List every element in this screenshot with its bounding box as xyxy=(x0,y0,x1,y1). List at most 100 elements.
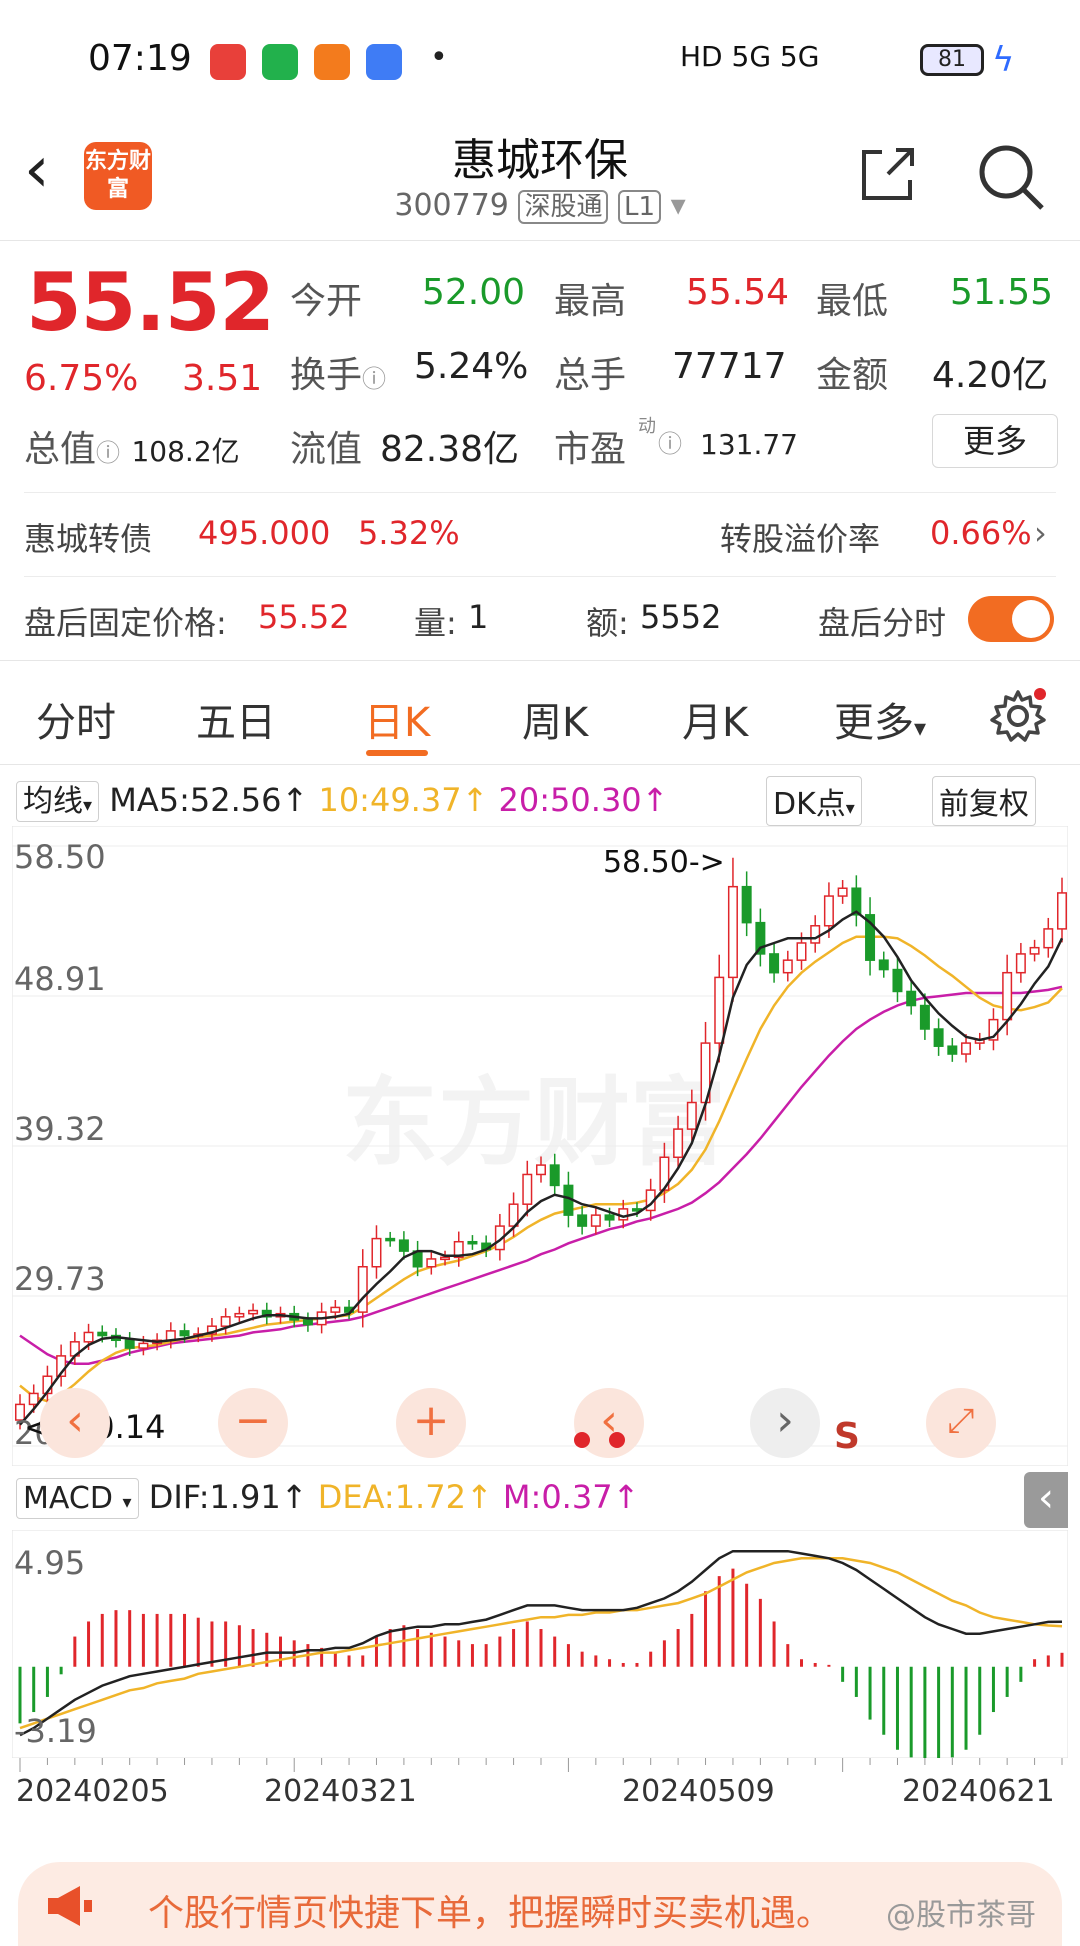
candle xyxy=(440,1256,451,1261)
arrow-up-icon: ↑ xyxy=(281,781,309,819)
dropdown-icon[interactable]: ▾ xyxy=(671,188,686,223)
ma5-value: MA5:52.56 xyxy=(109,781,282,819)
expand-button[interactable]: ⤢ xyxy=(926,1388,996,1458)
info-icon[interactable]: ⓘ xyxy=(96,439,120,467)
divider xyxy=(0,660,1080,661)
candle xyxy=(796,942,807,961)
market-cap: 总值ⓘ 108.2亿 xyxy=(24,420,240,472)
caret-down-icon: ▾ xyxy=(845,798,855,819)
tab-monthly-k[interactable]: 月K xyxy=(682,690,748,748)
macd-chart[interactable]: 4.95 -3.19 xyxy=(12,1530,1068,1758)
arrow-up-icon: ↑ xyxy=(280,1478,308,1516)
dif-value: DIF:1.91 xyxy=(148,1478,281,1516)
info-icon[interactable]: ⓘ xyxy=(658,424,682,459)
dk-selector[interactable]: DK点▾ xyxy=(766,776,862,826)
arrow-up-icon: ↑ xyxy=(465,1478,493,1516)
after-hours-amt-label: 额: xyxy=(586,604,629,642)
zoom-in-button[interactable]: + xyxy=(396,1388,466,1458)
promo-text: 个股行情页快捷下单，把握瞬时买卖机遇。 xyxy=(148,1893,833,1934)
share-icon[interactable] xyxy=(858,144,918,204)
candle xyxy=(83,1331,94,1343)
high-label: 最高 xyxy=(554,281,627,322)
candle xyxy=(604,1214,615,1221)
chevron-left-icon: ‹ xyxy=(1038,1475,1054,1521)
candle xyxy=(426,1258,437,1268)
candle xyxy=(727,885,738,979)
float-value: 82.38亿 xyxy=(380,429,520,470)
tab-daily-k[interactable]: 日K xyxy=(364,690,430,748)
pan-left-button[interactable]: ‹ xyxy=(40,1388,110,1458)
tab-weekly-k[interactable]: 周K xyxy=(522,690,588,748)
float-label: 流值 xyxy=(290,429,363,470)
chevron-right-icon: › xyxy=(776,1395,794,1446)
candle xyxy=(357,1266,368,1313)
arrow-up-icon: ↑ xyxy=(641,781,669,819)
bond-price: 495.000 xyxy=(198,514,331,552)
app-icon xyxy=(262,44,298,80)
weibo-app-icon xyxy=(210,44,246,80)
battery-icon: 81 xyxy=(920,44,984,76)
macd-legend: MACD ▾ DIF:1.91↑ DEA:1.72↑ M:0.37↑ xyxy=(16,1478,639,1519)
ma10-value: 10:49.37 xyxy=(318,781,462,819)
indicator-selector[interactable]: 均线▾ xyxy=(16,781,100,822)
stock-code-line: 300779 深股通 L1 ▾ xyxy=(0,186,1080,224)
candle xyxy=(741,885,752,924)
bond-name[interactable]: 惠城转债 xyxy=(24,514,152,560)
collapse-panel-button[interactable]: ‹ xyxy=(1024,1472,1068,1528)
info-icon[interactable]: ⓘ xyxy=(362,365,386,393)
change-percent: 6.75% xyxy=(24,358,139,399)
mktcap-label: 总值 xyxy=(24,429,97,470)
pe-label: 市盈 xyxy=(554,429,627,470)
candle xyxy=(1002,971,1013,1021)
macd-selector[interactable]: MACD ▾ xyxy=(16,1478,139,1519)
after-hours-vol-label: 量: xyxy=(414,604,457,642)
candle xyxy=(782,959,793,974)
candle xyxy=(892,968,903,993)
more-button[interactable]: 更多 xyxy=(932,414,1058,468)
gear-icon[interactable] xyxy=(990,688,1046,744)
candle xyxy=(302,1319,313,1326)
dea-value: DEA:1.72 xyxy=(317,1478,466,1516)
y-tick-label: 48.91 xyxy=(14,960,106,998)
macd-selector-label: MACD xyxy=(23,1481,113,1516)
zoom-out-button[interactable]: − xyxy=(218,1388,288,1458)
pe-superscript: 动 xyxy=(638,416,656,437)
network-status: HD 5G 5G xyxy=(680,40,820,73)
high-value: 55.54 xyxy=(686,272,790,313)
tab-intraday[interactable]: 分时 xyxy=(36,690,116,748)
adjust-selector[interactable]: 前复权 xyxy=(932,776,1036,826)
after-hours-price: 55.52 xyxy=(258,598,350,636)
caret-down-icon: ▾ xyxy=(122,1492,132,1513)
candle xyxy=(577,1214,588,1227)
candle xyxy=(769,953,780,974)
candle xyxy=(714,976,725,1044)
date-label: 20240509 xyxy=(622,1774,775,1809)
search-icon[interactable] xyxy=(976,142,1046,212)
candlestick-chart[interactable]: 东方财富 58.5048.9139.3229.7320.1458.50-><--… xyxy=(12,826,1068,1466)
tab-more[interactable]: 更多▾ xyxy=(834,690,926,748)
expand-icon: ⤢ xyxy=(947,1401,975,1441)
high-annotation: 58.50-> xyxy=(603,845,725,880)
after-hours-toggle[interactable] xyxy=(968,596,1054,642)
divider xyxy=(24,576,1056,577)
date-label: 20240321 xyxy=(264,1774,417,1809)
y-tick-label: -3.19 xyxy=(14,1712,97,1750)
candle xyxy=(385,1237,396,1242)
app-icon xyxy=(314,44,350,80)
candle xyxy=(1043,928,1054,949)
tab-five-day[interactable]: 五日 xyxy=(196,690,276,748)
date-label: 20240621 xyxy=(902,1774,1055,1809)
ma20-value: 20:50.30 xyxy=(498,781,642,819)
next-candle-button[interactable]: › xyxy=(750,1388,820,1458)
candle xyxy=(248,1309,259,1315)
dk-marker-dot xyxy=(609,1432,626,1448)
candle xyxy=(138,1342,149,1349)
date-label: 20240205 xyxy=(16,1774,169,1809)
chevron-right-icon[interactable]: › xyxy=(1034,514,1047,552)
candle xyxy=(810,925,821,944)
candle xyxy=(919,1004,930,1030)
charging-icon: ϟ xyxy=(992,40,1015,80)
candle xyxy=(1056,892,1068,930)
amount-value: 4.20亿 xyxy=(932,355,1049,396)
candle xyxy=(97,1331,108,1337)
